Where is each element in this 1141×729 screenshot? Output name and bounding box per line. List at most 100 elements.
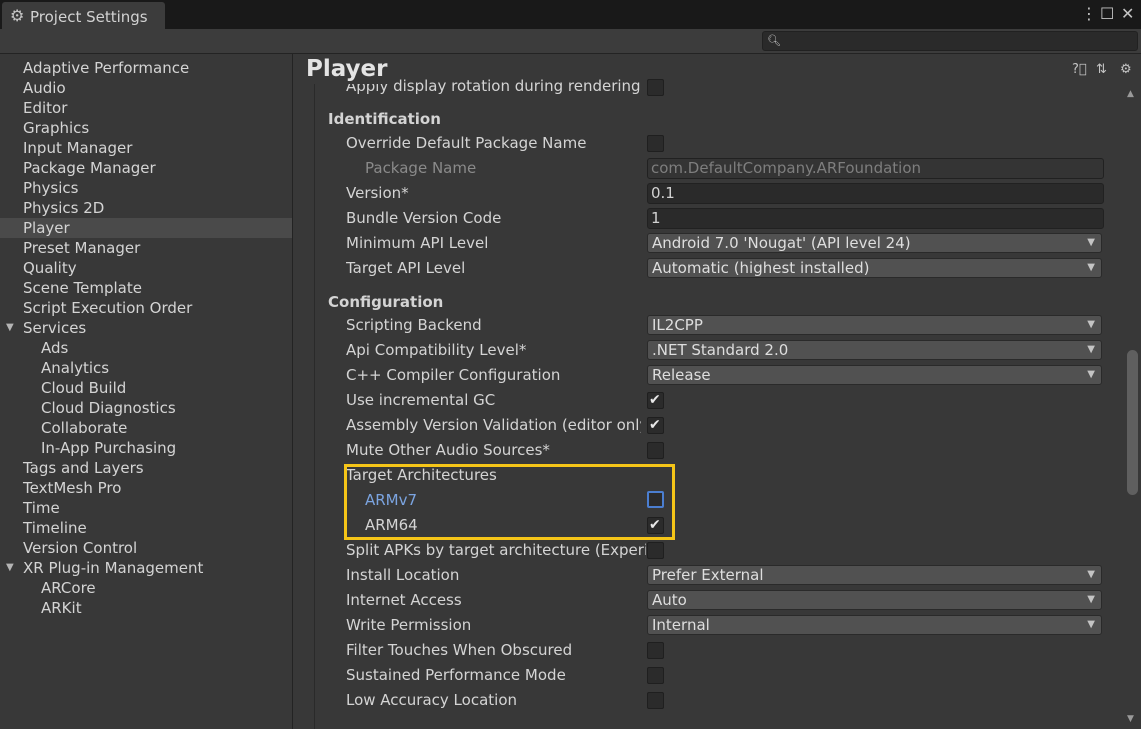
install-location-dropdown[interactable]: Prefer External ▼: [647, 565, 1102, 585]
title-bar: ⚙ Project Settings ⋮ ☐ ✕: [0, 0, 1141, 29]
gear-icon: ⚙: [10, 6, 25, 25]
sidebar-item-editor[interactable]: Editor: [23, 98, 67, 118]
scripting-backend-label: Scripting Backend: [346, 316, 482, 334]
search-icon: 🔍︎: [767, 34, 781, 47]
sidebar-item-analytics[interactable]: Analytics: [41, 358, 109, 378]
write-permission-label: Write Permission: [346, 616, 472, 634]
filter-touches-label: Filter Touches When Obscured: [346, 641, 573, 659]
sidebar-item-player[interactable]: Player: [23, 218, 70, 238]
settings-panel: Apply display rotation during rendering …: [314, 77, 1114, 729]
target-api-level-label: Target API Level: [346, 259, 466, 277]
close-icon[interactable]: ✕: [1121, 4, 1134, 24]
dropdown-arrow-icon: ▼: [1087, 619, 1095, 630]
api-compatibility-dropdown[interactable]: .NET Standard 2.0 ▼: [647, 340, 1102, 360]
sidebar-item-services[interactable]: Services: [23, 318, 86, 338]
player-settings-content: Apply display rotation during rendering …: [293, 54, 1141, 729]
sidebar-item-timeline[interactable]: Timeline: [23, 518, 87, 538]
sidebar-item-physics-2d[interactable]: Physics 2D: [23, 198, 104, 218]
low-accuracy-location-checkbox[interactable]: [647, 692, 664, 709]
search-input[interactable]: 🔍︎: [762, 31, 1138, 51]
scripting-backend-dropdown[interactable]: IL2CPP ▼: [647, 315, 1102, 335]
sidebar-item-ads[interactable]: Ads: [41, 338, 68, 358]
services-expand-arrow-icon[interactable]: ▼: [6, 318, 18, 338]
dropdown-arrow-icon: ▼: [1087, 319, 1095, 330]
sidebar-item-script-execution-order[interactable]: Script Execution Order: [23, 298, 192, 318]
scroll-down-arrow-icon[interactable]: ▼: [1127, 714, 1134, 724]
identification-heading: Identification: [328, 110, 441, 128]
scroll-up-arrow-icon[interactable]: ▲: [1127, 89, 1134, 99]
sidebar-item-audio[interactable]: Audio: [23, 78, 66, 98]
sidebar-item-quality[interactable]: Quality: [23, 258, 77, 278]
sidebar-item-in-app-purchasing[interactable]: In-App Purchasing: [41, 438, 176, 458]
page-title: Player: [306, 54, 388, 84]
sidebar-item-arkit[interactable]: ARKit: [41, 598, 82, 618]
sidebar-item-version-control[interactable]: Version Control: [23, 538, 137, 558]
assembly-validation-label: Assembly Version Validation (editor only…: [346, 416, 641, 434]
mute-audio-checkbox[interactable]: [647, 442, 664, 459]
minimum-api-level-dropdown[interactable]: Android 7.0 'Nougat' (API level 24) ▼: [647, 233, 1102, 253]
sidebar-item-arcore[interactable]: ARCore: [41, 578, 96, 598]
sidebar-item-scene-template[interactable]: Scene Template: [23, 278, 142, 298]
sidebar-item-graphics[interactable]: Graphics: [23, 118, 89, 138]
sidebar-item-adaptive-performance[interactable]: Adaptive Performance: [23, 58, 189, 78]
override-package-name-label: Override Default Package Name: [346, 134, 587, 152]
sidebar-item-package-manager[interactable]: Package Manager: [23, 158, 156, 178]
split-apks-checkbox[interactable]: [647, 542, 664, 559]
apply-display-rotation-checkbox[interactable]: [647, 79, 664, 96]
sustained-performance-label: Sustained Performance Mode: [346, 666, 566, 684]
split-apks-label: Split APKs by target architecture (Exper…: [346, 541, 646, 559]
sidebar-item-textmesh-pro[interactable]: TextMesh Pro: [23, 478, 121, 498]
presets-icon[interactable]: ⇅: [1096, 62, 1107, 78]
settings-gear-icon[interactable]: ⚙: [1120, 62, 1132, 78]
api-compatibility-label: Api Compatibility Level*: [346, 341, 527, 359]
configuration-heading: Configuration: [328, 293, 444, 311]
checkmark-icon: ✔: [649, 417, 661, 433]
sustained-performance-checkbox[interactable]: [647, 667, 664, 684]
dropdown-arrow-icon: ▼: [1087, 369, 1095, 380]
sidebar-item-time[interactable]: Time: [23, 498, 60, 518]
low-accuracy-location-label: Low Accuracy Location: [346, 691, 517, 709]
window-tab[interactable]: ⚙ Project Settings: [2, 2, 165, 29]
internet-access-dropdown[interactable]: Auto ▼: [647, 590, 1102, 610]
dropdown-arrow-icon: ▼: [1087, 569, 1095, 580]
maximize-icon[interactable]: ☐: [1100, 4, 1114, 24]
dropdown-arrow-icon: ▼: [1087, 344, 1095, 355]
package-name-field: com.DefaultCompany.ARFoundation: [647, 158, 1104, 179]
assembly-validation-checkbox[interactable]: ✔: [647, 417, 664, 434]
window-title: Project Settings: [30, 8, 148, 26]
dropdown-arrow-icon: ▼: [1087, 237, 1095, 248]
cpp-compiler-config-dropdown[interactable]: Release ▼: [647, 365, 1102, 385]
internet-access-label: Internet Access: [346, 591, 462, 609]
dropdown-arrow-icon: ▼: [1087, 262, 1095, 273]
sidebar-item-collaborate[interactable]: Collaborate: [41, 418, 127, 438]
sidebar: Adaptive Performance Audio Editor Graphi…: [0, 54, 293, 729]
filter-touches-checkbox[interactable]: [647, 642, 664, 659]
sidebar-item-physics[interactable]: Physics: [23, 178, 78, 198]
scrollbar-thumb[interactable]: [1127, 350, 1138, 495]
apply-display-rotation-label: Apply display rotation during rendering: [346, 77, 641, 95]
sidebar-item-preset-manager[interactable]: Preset Manager: [23, 238, 140, 258]
sidebar-item-cloud-build[interactable]: Cloud Build: [41, 378, 126, 398]
kebab-menu-icon[interactable]: ⋮: [1081, 4, 1097, 24]
write-permission-dropdown[interactable]: Internal ▼: [647, 615, 1102, 635]
override-package-name-checkbox[interactable]: [647, 135, 664, 152]
incremental-gc-checkbox[interactable]: ✔: [647, 392, 664, 409]
version-field[interactable]: 0.1: [647, 183, 1104, 204]
target-architectures-highlight: [344, 464, 675, 540]
package-name-label: Package Name: [365, 159, 477, 177]
incremental-gc-label: Use incremental GC: [346, 391, 496, 409]
xr-expand-arrow-icon[interactable]: ▼: [6, 558, 18, 578]
bundle-version-code-field[interactable]: 1: [647, 208, 1104, 229]
bundle-version-code-label: Bundle Version Code: [346, 209, 502, 227]
version-label: Version*: [346, 184, 409, 202]
sidebar-item-cloud-diagnostics[interactable]: Cloud Diagnostics: [41, 398, 176, 418]
sidebar-item-input-manager[interactable]: Input Manager: [23, 138, 132, 158]
cpp-compiler-config-label: C++ Compiler Configuration: [346, 366, 561, 384]
minimum-api-level-label: Minimum API Level: [346, 234, 489, 252]
sidebar-item-xr-plugin-management[interactable]: XR Plug-in Management: [23, 558, 203, 578]
dropdown-arrow-icon: ▼: [1087, 594, 1095, 605]
install-location-label: Install Location: [346, 566, 460, 584]
help-icon[interactable]: ?⃝: [1072, 62, 1087, 78]
target-api-level-dropdown[interactable]: Automatic (highest installed) ▼: [647, 258, 1102, 278]
sidebar-item-tags-and-layers[interactable]: Tags and Layers: [23, 458, 144, 478]
